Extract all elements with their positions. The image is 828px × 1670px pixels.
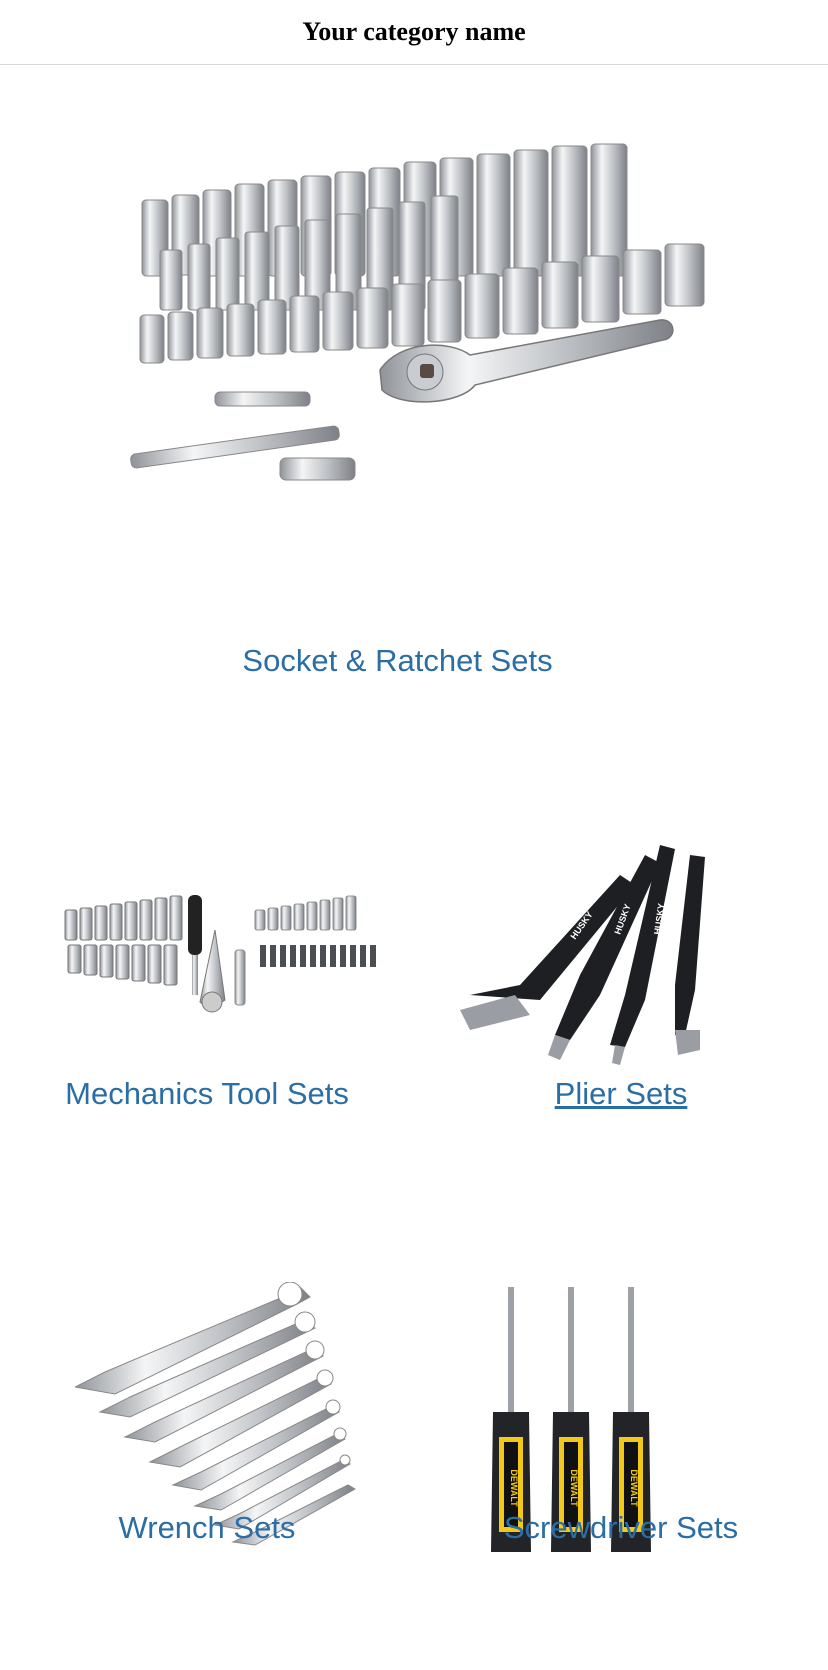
page-title: Your category name <box>302 17 526 46</box>
socket-ratchet-set-icon[interactable] <box>130 140 720 520</box>
svg-text:DEWALT: DEWALT <box>509 1469 519 1507</box>
category-link-mechanics[interactable]: Mechanics Tool Sets <box>0 1076 414 1112</box>
category-link-screwdrivers[interactable]: Screwdriver Sets <box>414 1510 828 1546</box>
page-header: Your category name <box>0 0 828 65</box>
category-link-pliers[interactable]: Plier Sets <box>414 1076 828 1112</box>
mechanics-tool-set-icon[interactable] <box>60 890 390 1040</box>
svg-text:DEWALT: DEWALT <box>629 1469 639 1507</box>
category-link-socket-ratchet[interactable]: Socket & Ratchet Sets <box>0 643 795 679</box>
svg-text:DEWALT: DEWALT <box>569 1469 579 1507</box>
category-link-wrenches[interactable]: Wrench Sets <box>0 1510 414 1546</box>
plier-set-icon[interactable]: HUSKY HUSKY HUSKY <box>460 835 740 1065</box>
